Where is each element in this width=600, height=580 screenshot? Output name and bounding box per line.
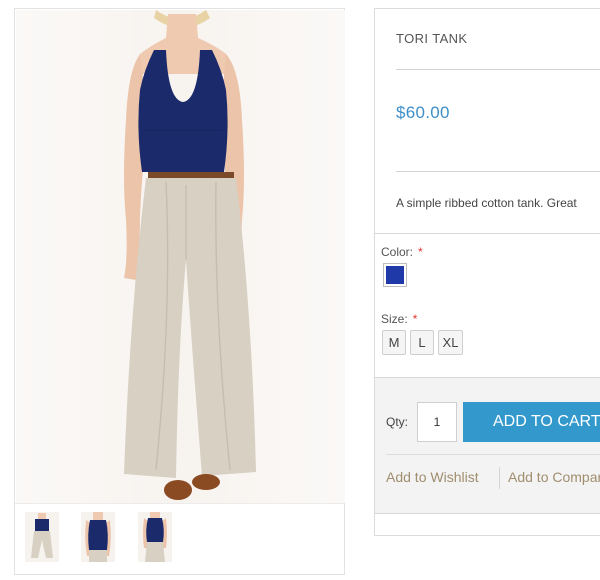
add-to-cart-box: Qty: ADD TO CART Add to Wishlist Add to … — [375, 377, 600, 514]
add-to-compare-link[interactable]: Add to Compare — [508, 469, 600, 485]
add-to-wishlist-link[interactable]: Add to Wishlist — [386, 469, 479, 485]
qty-input[interactable] — [417, 402, 457, 442]
required-mark: * — [418, 245, 423, 259]
thumbnail-2[interactable] — [81, 512, 115, 562]
product-info-panel: TORI TANK $60.00 A simple ribbed cotton … — [374, 8, 600, 536]
add-to-cart-button[interactable]: ADD TO CART — [463, 402, 600, 442]
swatch-fill — [386, 266, 404, 284]
size-option-m[interactable]: M — [382, 330, 406, 355]
color-label-text: Color: — [381, 245, 414, 259]
qty-label: Qty: — [386, 415, 409, 429]
size-option-l[interactable]: L — [410, 330, 434, 355]
color-option-label: Color: * — [381, 245, 423, 259]
divider — [375, 233, 600, 234]
product-short-description: A simple ribbed cotton tank. Great — [396, 196, 577, 210]
thumbnail-3[interactable] — [138, 512, 172, 562]
model-photo — [124, 10, 256, 500]
divider — [396, 69, 600, 70]
divider — [396, 171, 600, 172]
link-separator — [499, 467, 500, 489]
required-mark: * — [412, 312, 418, 326]
product-media — [14, 8, 345, 575]
size-option-label: Size: * — [381, 312, 417, 326]
size-label-text: Size: — [381, 312, 408, 326]
color-swatch-blue[interactable] — [383, 263, 407, 287]
product-name: TORI TANK — [396, 31, 468, 46]
product-price: $60.00 — [396, 103, 450, 122]
thumbnail-1[interactable] — [25, 512, 59, 562]
divider — [386, 454, 600, 455]
product-main-image[interactable] — [16, 10, 345, 503]
size-option-xl[interactable]: XL — [438, 330, 463, 355]
thumbnail-strip — [15, 503, 344, 563]
